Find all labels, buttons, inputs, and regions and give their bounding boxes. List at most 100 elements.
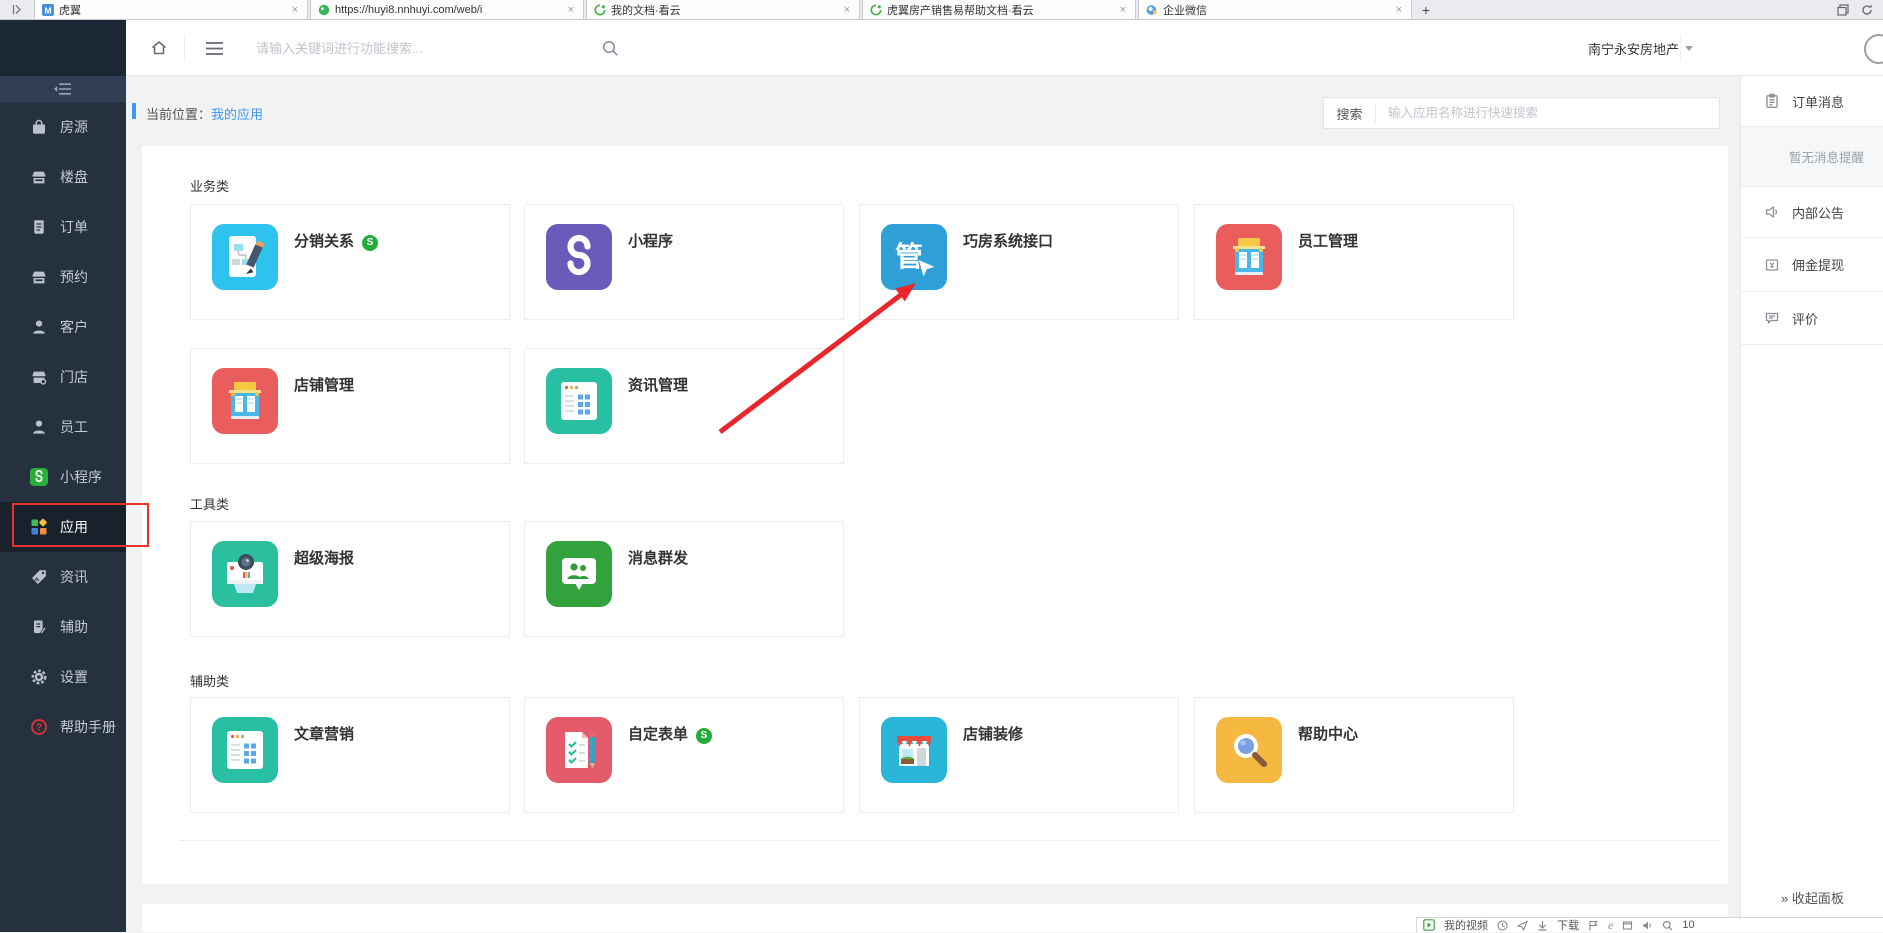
sidebar-collapse-button[interactable] — [0, 76, 126, 102]
group-message-icon — [546, 541, 612, 607]
sidebar-item-buildings[interactable]: 楼盘 — [0, 152, 126, 202]
app-name: 店铺装修 — [963, 726, 1024, 743]
new-tab-button[interactable]: + — [1414, 0, 1438, 19]
tab-strip-expand-icon[interactable] — [0, 0, 34, 19]
company-dropdown[interactable]: 南宁永安房地产 — [1588, 20, 1694, 75]
miniprogram-icon — [30, 468, 48, 486]
company-name: 南宁永安房地产 — [1588, 41, 1680, 57]
tab-close-icon[interactable]: × — [566, 4, 576, 16]
panel-item-commission-withdraw[interactable]: 佣金提现 — [1741, 238, 1883, 292]
money-doc-icon — [1765, 258, 1779, 271]
panel-item-label: 评价 — [1792, 311, 1819, 327]
breadcrumb-label: 当前位置： — [146, 107, 212, 122]
browser-tab-wework[interactable]: 企业微信 × — [1138, 0, 1412, 19]
hamburger-icon — [206, 41, 223, 55]
magnifier-icon — [1216, 717, 1282, 783]
home-button[interactable] — [150, 20, 168, 75]
flowchart-pencil-icon — [212, 224, 278, 290]
download-label[interactable]: 下载 — [1557, 917, 1579, 933]
help-question-icon: ? — [31, 719, 47, 735]
sidebar-item-housing[interactable]: 房源 — [0, 102, 126, 152]
app-card-miniprogram[interactable]: 小程序 — [524, 204, 844, 320]
app-name: 自定表单 — [628, 726, 689, 743]
avatar[interactable] — [1864, 34, 1883, 64]
global-search-input[interactable] — [256, 36, 596, 60]
browser-logo-icon[interactable]: e — [1608, 918, 1613, 933]
tab-close-icon[interactable]: × — [1394, 4, 1404, 16]
sidebar-item-orders[interactable]: 订单 — [0, 202, 126, 252]
video-play-icon[interactable] — [1423, 919, 1435, 931]
sidebar-item-staff[interactable]: 员工 — [0, 402, 126, 452]
app-card-shop-decoration[interactable]: 店铺装修 — [859, 697, 1179, 813]
breadcrumb-accent-bar — [132, 103, 136, 119]
browser-tab-helpdocs[interactable]: 虎翼房产销售易帮助文档·看云 × — [862, 0, 1136, 19]
sidebar-item-customers[interactable]: 客户 — [0, 302, 126, 352]
sidebar-item-label: 房源 — [60, 119, 88, 135]
sidebar-item-miniprogram[interactable]: 小程序 — [0, 452, 126, 502]
app-card-shop-management[interactable]: 店铺管理 — [190, 348, 510, 464]
app-card-super-poster[interactable]: 超级海报 — [190, 521, 510, 637]
panel-item-reviews[interactable]: 评价 — [1741, 292, 1883, 345]
speaker-icon[interactable] — [1642, 920, 1653, 931]
sidebar-item-settings[interactable]: 设置 — [0, 652, 126, 702]
browser-status-bar: 我的视频 下载 e 10 — [1416, 917, 1883, 932]
my-videos-label[interactable]: 我的视频 — [1444, 917, 1488, 933]
sidebar-item-stores[interactable]: 门店 — [0, 352, 126, 402]
flag-icon[interactable] — [1588, 920, 1599, 931]
menu-toggle-button[interactable] — [206, 20, 223, 75]
window-icon[interactable] — [1622, 920, 1633, 931]
sidebar-item-label: 员工 — [60, 419, 88, 435]
m-favicon-icon: M — [42, 3, 54, 16]
app-card-distribution[interactable]: 分销关系 S — [190, 204, 510, 320]
download-arrow-icon[interactable] — [1537, 920, 1548, 931]
chevron-right-icon: » — [1781, 891, 1789, 906]
tab-title: 企业微信 — [1163, 4, 1207, 17]
sidebar-item-apps[interactable]: 应用 — [0, 502, 126, 552]
app-card-group-message[interactable]: 消息群发 — [524, 521, 844, 637]
magnifier-icon[interactable] — [1662, 920, 1673, 931]
global-search-button[interactable] — [602, 20, 619, 75]
app-card-help-center[interactable]: 帮助中心 — [1194, 697, 1514, 813]
app-card-staff-management[interactable]: 员工管理 — [1194, 204, 1514, 320]
browser-tab-url[interactable]: https://huyi8.nnhuyi.com/web/i × — [310, 0, 584, 19]
browser-tab-mydocs[interactable]: 我的文档·看云 × — [586, 0, 860, 19]
panel-item-announcements[interactable]: 内部公告 — [1741, 187, 1883, 238]
sidebar-item-appointments[interactable]: 预约 — [0, 252, 126, 302]
app-search-button[interactable]: 搜索 — [1324, 103, 1376, 123]
zoom-level-text[interactable]: 10 — [1682, 919, 1694, 931]
app-card-article-marketing[interactable]: 文章营销 — [190, 697, 510, 813]
tab-close-icon[interactable]: × — [1118, 4, 1128, 16]
app-name: 资讯管理 — [628, 377, 689, 394]
clock-icon[interactable] — [1497, 919, 1508, 931]
collapse-panel-button[interactable]: » 收起面板 — [1781, 888, 1844, 907]
app-card-news-management[interactable]: 资讯管理 — [524, 348, 844, 464]
breadcrumb-current-link[interactable]: 我的应用 — [211, 107, 263, 122]
panel-item-order-messages[interactable]: 订单消息 — [1741, 76, 1883, 127]
apps-panel: 业务类 分销关系 S 小程序 管 巧房系统接口 员工管理 店铺管理 资讯管理 工… — [142, 146, 1728, 884]
document-icon — [34, 220, 44, 234]
sidebar-item-assist[interactable]: 辅助 — [0, 602, 126, 652]
window-stack-icon[interactable] — [1837, 3, 1849, 16]
awning-store-icon — [881, 717, 947, 783]
refresh-icon[interactable] — [1861, 4, 1873, 16]
sidebar-item-news[interactable]: 资讯 — [0, 552, 126, 602]
section-title-business: 业务类 — [190, 179, 230, 194]
panel-item-label: 内部公告 — [1792, 205, 1845, 221]
panel-divider — [178, 840, 1721, 841]
header-divider — [1680, 34, 1681, 62]
tab-close-icon[interactable]: × — [290, 4, 300, 16]
news-grid-icon — [546, 368, 612, 434]
app-card-qiaofang-api[interactable]: 管 巧房系统接口 — [859, 204, 1179, 320]
browser-tab-huyi[interactable]: M 虎翼 × — [34, 0, 308, 19]
comment-icon — [1765, 312, 1779, 325]
miniprogram-badge-icon: S — [696, 728, 713, 744]
tab-close-icon[interactable]: × — [842, 4, 852, 16]
app-search-input[interactable] — [1376, 106, 1719, 120]
sidebar-item-help-manual[interactable]: ? 帮助手册 — [0, 702, 126, 752]
tab-title: https://huyi8.nnhuyi.com/web/i — [335, 3, 483, 16]
send-icon[interactable] — [1517, 919, 1528, 931]
sidebar-item-label: 订单 — [60, 219, 88, 235]
app-name: 小程序 — [628, 233, 674, 250]
sidebar-item-label: 帮助手册 — [60, 719, 116, 735]
app-card-custom-form[interactable]: 自定表单 S — [524, 697, 844, 813]
